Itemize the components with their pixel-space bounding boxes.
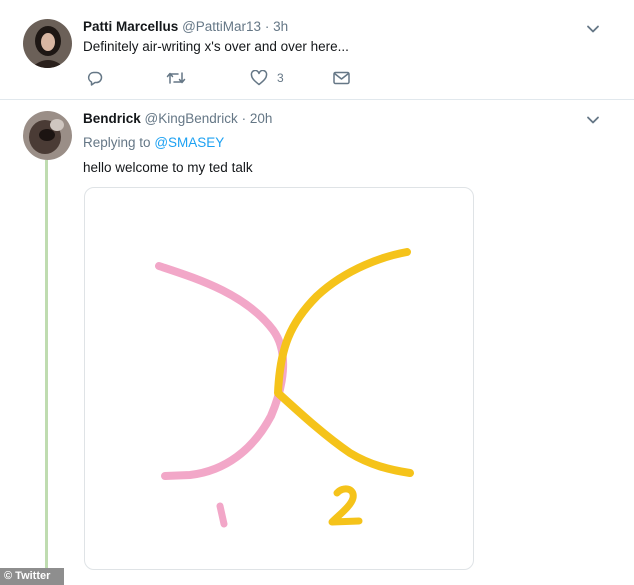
reply-icon — [87, 70, 103, 86]
envelope-icon — [333, 71, 350, 85]
author-handle[interactable]: @PattiMar13 — [182, 19, 261, 34]
retweet-button[interactable] — [166, 68, 186, 88]
replying-to-mention[interactable]: @SMASEY — [154, 135, 224, 150]
avatar[interactable] — [23, 19, 72, 68]
like-button[interactable]: 3 — [250, 68, 284, 88]
chevron-down-icon[interactable] — [586, 22, 600, 36]
replying-to: Replying to @SMASEY — [83, 135, 224, 150]
author-name[interactable]: Bendrick — [83, 111, 141, 126]
thread-connector-line — [45, 160, 48, 585]
replying-to-prefix: Replying to — [83, 135, 151, 150]
author-handle[interactable]: @KingBendrick — [145, 111, 238, 126]
separator-dot: · — [241, 111, 247, 126]
chevron-down-icon[interactable] — [586, 113, 600, 127]
tweet-timestamp[interactable]: 20h — [250, 111, 273, 126]
tweet-text: hello welcome to my ted talk — [83, 160, 253, 175]
retweet-icon — [166, 70, 186, 86]
yellow-stroke — [274, 248, 414, 477]
pink-stroke — [155, 262, 288, 480]
tweet-timestamp[interactable]: 3h — [273, 19, 288, 34]
like-count: 3 — [277, 71, 284, 85]
yellow-digit-two — [328, 485, 363, 526]
hand-drawn-x-drawing — [155, 248, 414, 528]
avatar[interactable] — [23, 111, 72, 160]
direct-message-button[interactable] — [333, 68, 350, 88]
reply-button[interactable] — [87, 68, 103, 88]
tweet-media-image[interactable] — [84, 187, 474, 570]
tweet-header: Patti Marcellus @PattiMar13 · 3h — [83, 19, 288, 34]
pink-digit-one — [216, 502, 228, 528]
tweet-header: Bendrick @KingBendrick · 20h — [83, 111, 272, 126]
author-name[interactable]: Patti Marcellus — [83, 19, 178, 34]
tweet-patti[interactable]: Patti Marcellus @PattiMar13 · 3h Definit… — [0, 0, 634, 100]
tweet-text: Definitely air-writing x's over and over… — [83, 39, 349, 54]
heart-icon — [250, 70, 268, 86]
twitter-watermark: © Twitter — [0, 568, 64, 585]
separator-dot: · — [264, 19, 270, 34]
tweet-actions: 3 — [83, 68, 363, 88]
